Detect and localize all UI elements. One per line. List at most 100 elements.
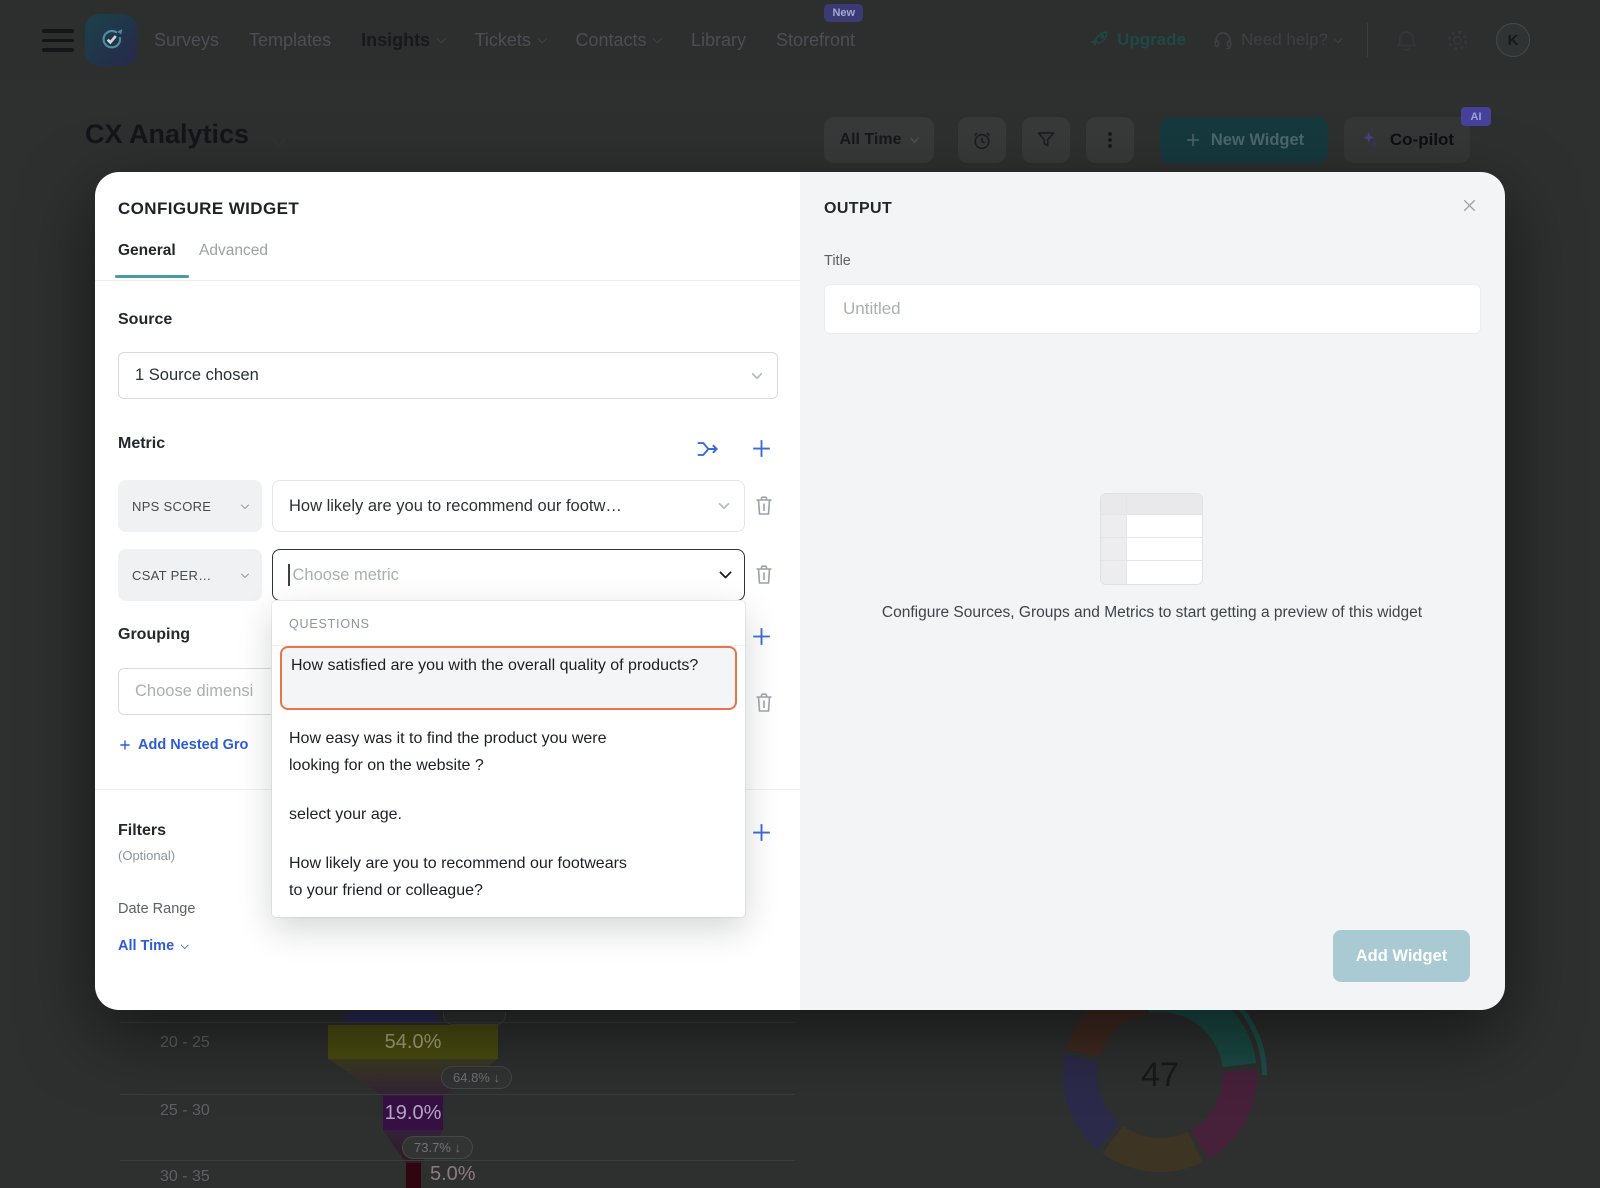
nav-item-storefront[interactable]: Storefront New: [776, 30, 855, 51]
close-icon[interactable]: [1460, 196, 1479, 215]
configure-widget-modal: CONFIGURE WIDGET General Advanced Source…: [95, 172, 1505, 1010]
widget-title-input[interactable]: [824, 284, 1481, 334]
sparkle-icon: [1360, 129, 1382, 151]
funnel-row-label: 30 - 35: [160, 1168, 210, 1186]
metric-label: Metric: [118, 435, 165, 453]
source-label: Source: [118, 311, 172, 329]
funnel-drop-badge: 64.8% ↓: [441, 1066, 512, 1089]
headset-icon: [1212, 29, 1234, 51]
metric-options-dropdown: QUESTIONS How satisfied are you with the…: [272, 601, 745, 917]
notifications-bell-icon[interactable]: [1394, 28, 1419, 53]
empty-state-text: Configure Sources, Groups and Metrics to…: [822, 604, 1482, 622]
rocket-icon: [1088, 29, 1110, 51]
choose-metric-combobox[interactable]: [272, 549, 745, 601]
chevron-down-icon: [910, 134, 920, 144]
metric-type-dropdown[interactable]: NPS SCORE: [118, 480, 262, 532]
add-widget-button[interactable]: Add Widget: [1333, 930, 1470, 982]
nav-item-surveys[interactable]: Surveys: [154, 30, 219, 51]
divider: [120, 1094, 795, 1095]
avatar[interactable]: K: [1496, 23, 1530, 57]
need-help-button[interactable]: Need help?: [1212, 29, 1341, 51]
chevron-down-icon: [241, 501, 249, 509]
nav-item-insights[interactable]: Insights: [361, 30, 445, 51]
chevron-down-icon: [437, 33, 446, 42]
nav-right-cluster: Upgrade Need help? K: [1088, 0, 1600, 80]
dropdown-option[interactable]: select your age.: [289, 801, 402, 828]
funnel-drop-badge-fragment: [443, 1012, 506, 1025]
add-filter-icon[interactable]: [749, 820, 774, 845]
chevron-down-icon: [538, 33, 547, 42]
dropdown-option[interactable]: How likely are you to recommend our foot…: [289, 850, 637, 904]
funnel-row-label: 20 - 25: [160, 1034, 210, 1052]
chevron-down-icon: [719, 566, 732, 579]
add-grouping-icon[interactable]: [749, 624, 774, 649]
configure-panel: CONFIGURE WIDGET General Advanced Source…: [95, 172, 800, 1010]
nav-item-contacts[interactable]: Contacts: [575, 30, 661, 51]
schedule-alarm-button[interactable]: [958, 117, 1006, 163]
widget-title-label: Title: [824, 253, 851, 269]
delete-metric-icon[interactable]: [753, 494, 775, 518]
chevron-down-icon: [751, 368, 762, 379]
divider: [1367, 23, 1368, 57]
output-panel: OUTPUT Title Configure Sources, Groups a…: [800, 172, 1505, 1010]
date-range-value-dropdown[interactable]: All Time: [118, 938, 188, 954]
funnel-drop-badge: 73.7% ↓: [402, 1136, 473, 1159]
upgrade-button[interactable]: Upgrade: [1088, 29, 1186, 51]
table-placeholder-icon: [1100, 493, 1203, 585]
bird-logo-icon: [95, 24, 127, 56]
dropdown-option-highlighted[interactable]: How satisfied are you with the overall q…: [280, 646, 737, 710]
nav-item-templates[interactable]: Templates: [249, 30, 331, 51]
nav-item-library[interactable]: Library: [691, 30, 746, 51]
funnel-bar: 54.0%: [328, 1025, 498, 1059]
alarm-clock-icon: [970, 128, 994, 152]
time-range-dropdown[interactable]: All Time: [824, 117, 934, 163]
add-metric-icon[interactable]: [749, 436, 774, 461]
funnel-filter-icon: [1034, 128, 1058, 152]
choose-metric-input[interactable]: [293, 566, 722, 585]
add-nested-group-link[interactable]: Add Nested Gro: [118, 737, 276, 753]
dropdown-option[interactable]: How easy was it to find the product you …: [289, 725, 661, 779]
chevron-down-icon: [653, 33, 662, 42]
app-logo[interactable]: [85, 14, 137, 66]
funnel-bar: [406, 1163, 421, 1188]
settings-gear-icon[interactable]: [1445, 28, 1470, 53]
chevron-down-icon: [718, 498, 729, 509]
plus-icon: [118, 738, 132, 752]
grouping-label: Grouping: [118, 626, 190, 644]
divider: [120, 1022, 795, 1023]
delete-metric-icon[interactable]: [753, 563, 775, 587]
divider: [120, 1160, 795, 1161]
top-navbar: Surveys Templates Insights Tickets Conta…: [0, 0, 1600, 80]
filter-button[interactable]: [1022, 117, 1070, 163]
nav-menu: Surveys Templates Insights Tickets Conta…: [154, 0, 855, 80]
divider: [95, 280, 800, 281]
delete-grouping-icon[interactable]: [753, 691, 775, 715]
copilot-button[interactable]: Co-pilot: [1344, 117, 1470, 163]
kebab-menu-icon: [1098, 128, 1122, 152]
dropdown-group-label: QUESTIONS: [289, 617, 370, 631]
modal-title: CONFIGURE WIDGET: [118, 199, 299, 219]
metric-type-dropdown[interactable]: CSAT PER…: [118, 549, 262, 601]
new-widget-button[interactable]: New Widget: [1160, 117, 1328, 163]
new-badge: New: [824, 4, 863, 22]
combine-metrics-icon[interactable]: [695, 438, 721, 460]
plus-icon: [1184, 131, 1202, 149]
active-tab-indicator: [115, 275, 189, 278]
tab-advanced[interactable]: Advanced: [199, 242, 268, 260]
more-options-button[interactable]: [1086, 117, 1134, 163]
funnel-bar: 19.0%: [383, 1096, 443, 1130]
nav-item-tickets[interactable]: Tickets: [475, 30, 546, 51]
output-title: OUTPUT: [824, 200, 892, 218]
text-caret: [288, 564, 290, 586]
filters-label: Filters: [118, 822, 166, 840]
chevron-down-icon: [1334, 34, 1342, 42]
metric-question-select[interactable]: How likely are you to recommend our foot…: [272, 480, 745, 532]
donut-center-value: 47: [1141, 1056, 1179, 1095]
tab-general[interactable]: General: [118, 242, 176, 260]
source-select[interactable]: 1 Source chosen: [118, 352, 778, 399]
funnel-row-label: 25 - 30: [160, 1102, 210, 1120]
hamburger-menu-icon[interactable]: [42, 29, 74, 58]
page-title: CX Analytics: [85, 119, 249, 150]
page-title-chevron-icon[interactable]: [274, 132, 284, 150]
date-range-label: Date Range: [118, 901, 195, 917]
